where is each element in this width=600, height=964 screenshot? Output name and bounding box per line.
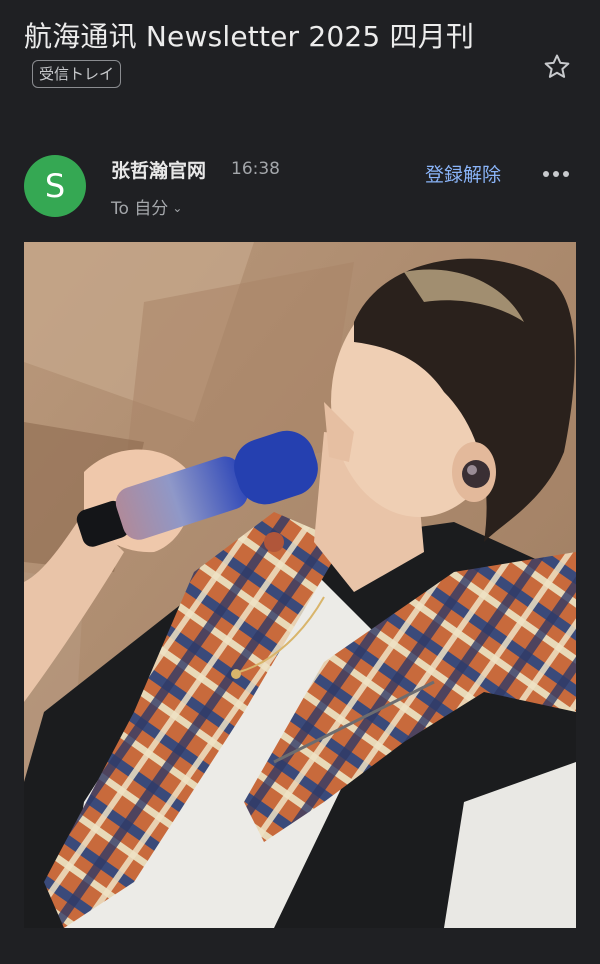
sender-name[interactable]: 张哲瀚官网 (111, 156, 206, 183)
recipient-details-toggle[interactable]: To 自分 ⌄ (111, 194, 182, 219)
unsubscribe-link[interactable]: 登録解除 (425, 160, 501, 187)
newsletter-photo (24, 242, 576, 928)
photo-illustration (24, 242, 576, 928)
more-options-icon[interactable] (541, 162, 571, 186)
sender-avatar[interactable]: S (24, 155, 86, 217)
star-icon[interactable] (542, 52, 572, 82)
inbox-label-chip[interactable]: 受信トレイ (32, 60, 122, 88)
email-subject: 航海通讯 Newsletter 2025 四月刊 (24, 20, 475, 53)
received-time: 16:38 (231, 159, 280, 179)
email-view: 航海通讯 Newsletter 2025 四月刊受信トレイ S 张哲瀚官网 16… (0, 0, 600, 964)
recipients-text: To 自分 (111, 199, 169, 219)
chevron-down-icon: ⌄ (172, 201, 183, 215)
subject-header: 航海通讯 Newsletter 2025 四月刊受信トレイ (24, 14, 524, 89)
